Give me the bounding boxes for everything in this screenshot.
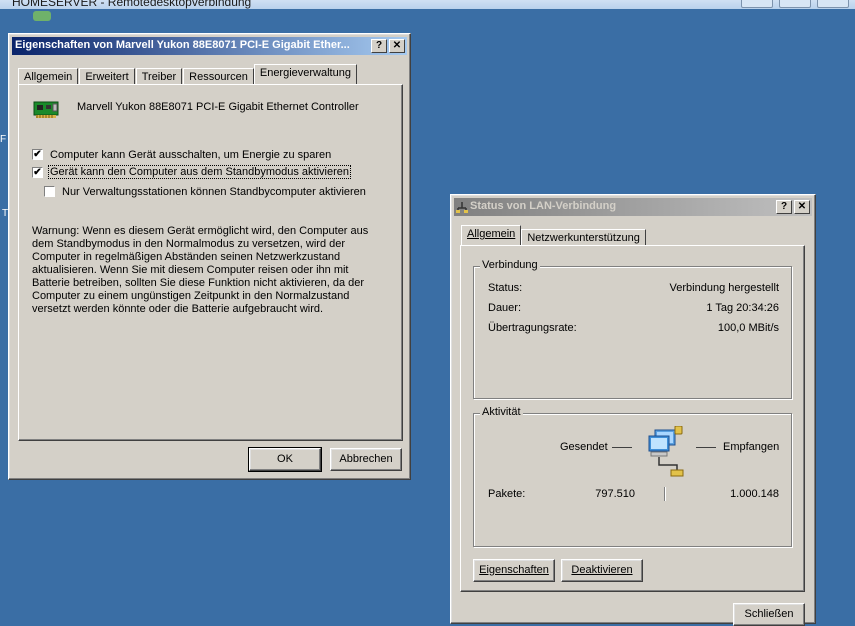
dialog-titlebar[interactable]: Eigenschaften von Marvell Yukon 88E8071 … — [12, 37, 407, 55]
sent-label: Gesendet — [560, 441, 608, 453]
close-dialog-button[interactable]: Schließen — [733, 603, 805, 626]
dialog-titlebar[interactable]: Status von LAN-Verbindung ? ✕ — [454, 198, 812, 216]
connection-group: Verbindung Status: Verbindung hergestell… — [473, 259, 792, 399]
tab-allgemein[interactable]: Allgemein — [461, 225, 522, 245]
network-activity-icon — [639, 425, 695, 481]
option3-label[interactable]: Nur Verwaltungsstationen können Standbyc… — [62, 186, 366, 198]
packets-sent-value: 797.510 — [595, 488, 635, 500]
disable-button[interactable]: Deaktivieren — [561, 559, 643, 582]
remote-desktop-title: HOMESERVER - Remotedesktopverbindung — [12, 0, 252, 9]
received-label: Empfangen — [723, 441, 780, 453]
packets-received-value: 1.000.148 — [730, 488, 779, 500]
dialog-title: Status von LAN-Verbindung — [470, 200, 617, 212]
cancel-button[interactable]: Abbrechen — [330, 448, 402, 471]
properties-button[interactable]: Eigenschaften — [473, 559, 555, 582]
status-label: Status: — [488, 282, 523, 294]
lan-status-dialog: Status von LAN-Verbindung ? ✕ Allgemein … — [450, 194, 816, 626]
tab-energieverwaltung[interactable]: Energieverwaltung — [253, 64, 357, 84]
maximize-button[interactable] — [779, 0, 811, 8]
tab-panel: Marvell Yukon 88E8071 PCI-E Gigabit Ethe… — [18, 84, 403, 441]
duration-value: 1 Tag 20:34:26 — [706, 302, 779, 314]
close-button[interactable] — [817, 0, 849, 8]
minimize-button[interactable] — [741, 0, 773, 8]
help-button[interactable]: ? — [371, 39, 387, 53]
option2-label[interactable]: Gerät kann den Computer aus dem Standbym… — [48, 165, 351, 179]
ok-button[interactable]: OK — [248, 447, 322, 472]
duration-label: Dauer: — [488, 302, 522, 314]
help-button[interactable]: ? — [776, 200, 792, 214]
option1-label[interactable]: Computer kann Gerät ausschalten, um Ener… — [50, 149, 331, 161]
speed-value: 100,0 MBit/s — [717, 322, 779, 334]
device-name: Marvell Yukon 88E8071 PCI-E Gigabit Ethe… — [77, 101, 359, 113]
sent-connector-line — [612, 447, 632, 448]
warning-text: Warnung: Wenn es diesem Gerät ermöglicht… — [32, 225, 369, 315]
tab-strip: Allgemein Netzwerkunterstützung — [461, 225, 647, 247]
remote-desktop-titlebar: HOMESERVER - Remotedesktopverbindung — [0, 0, 855, 9]
packets-separator — [664, 487, 666, 501]
option1-checkbox[interactable]: ✔ — [32, 149, 43, 160]
dialog-title: Eigenschaften von Marvell Yukon 88E8071 … — [15, 39, 350, 51]
tab-strip: Allgemein Erweitert Treiber Ressourcen E… — [18, 64, 357, 86]
network-connection-icon — [456, 201, 468, 216]
desktop-label-fragment: F — [0, 134, 7, 145]
option2-checkbox[interactable]: ✔ — [32, 167, 43, 178]
option3-checkbox[interactable] — [44, 186, 55, 197]
network-card-icon — [33, 99, 61, 124]
close-button[interactable]: ✕ — [389, 39, 405, 53]
connection-group-title: Verbindung — [480, 259, 540, 271]
desktop-icon[interactable] — [33, 11, 51, 21]
packets-label: Pakete: — [488, 488, 526, 500]
activity-group: Aktivität Gesendet Empfangen Pakete: 797… — [473, 406, 792, 547]
adapter-properties-dialog: Eigenschaften von Marvell Yukon 88E8071 … — [8, 33, 411, 480]
speed-label: Übertragungsrate: — [488, 322, 577, 334]
tab-panel: Verbindung Status: Verbindung hergestell… — [460, 245, 805, 592]
received-connector-line — [696, 447, 716, 448]
close-button[interactable]: ✕ — [794, 200, 810, 214]
status-value: Verbindung hergestellt — [669, 282, 779, 294]
remote-desktop-controls — [741, 0, 849, 8]
activity-group-title: Aktivität — [480, 406, 523, 418]
